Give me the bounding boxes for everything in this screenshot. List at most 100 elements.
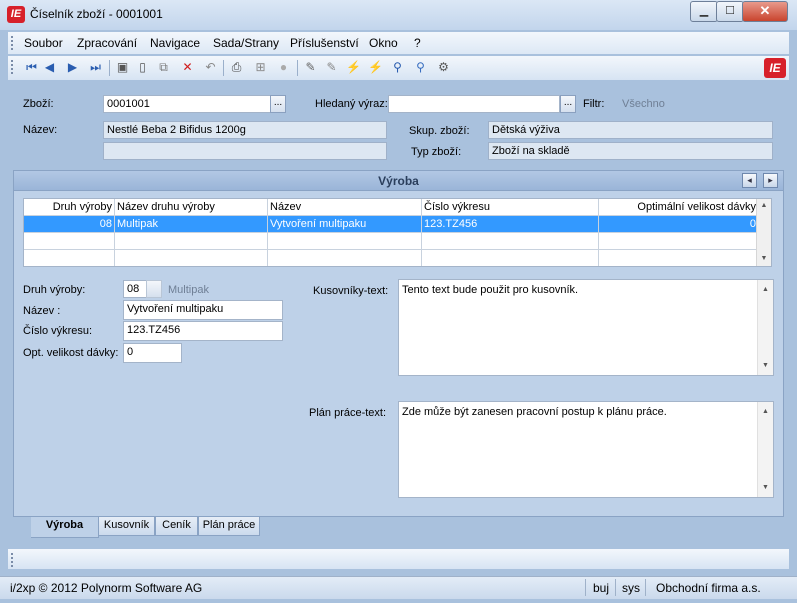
- edit-icon[interactable]: ✎: [303, 60, 318, 75]
- find-icon[interactable]: ⚲: [390, 60, 405, 75]
- table-row[interactable]: [24, 250, 759, 266]
- tab-plan-prace[interactable]: Plán práce: [198, 517, 260, 536]
- cell-cislo: [422, 250, 599, 266]
- app-logo-icon: IE: [7, 6, 25, 23]
- opt-label: Opt. velikost dávky:: [23, 347, 119, 359]
- menu-soubor[interactable]: Soubor: [24, 36, 63, 50]
- menu-prislusenstvi[interactable]: Příslušenství: [290, 36, 359, 50]
- status-db: sys: [622, 581, 640, 595]
- tools-icon[interactable]: ⚙: [436, 60, 451, 75]
- nazev-label: Název:: [23, 124, 58, 136]
- druh-input[interactable]: 08: [123, 280, 147, 298]
- menu-sada-strany[interactable]: Sada/Strany: [213, 36, 279, 50]
- copy-icon[interactable]: ⧉: [156, 60, 171, 75]
- cell-nazev: Vytvoření multipaku: [268, 216, 422, 233]
- next-record-icon[interactable]: ▶: [65, 60, 80, 75]
- panel-prev-button[interactable]: ◂: [742, 173, 757, 188]
- plan-label: Plán práce-text:: [309, 407, 387, 419]
- menu-help[interactable]: ?: [414, 36, 421, 50]
- cislo-input[interactable]: 123.TZ456: [123, 321, 283, 341]
- filtr-value[interactable]: Všechno: [622, 98, 665, 110]
- cell-druh: 08: [24, 216, 115, 233]
- hledany-label: Hledaný výraz:: [315, 98, 388, 110]
- minimize-button[interactable]: ▁: [690, 1, 718, 22]
- filter-icon[interactable]: ⚡: [346, 60, 361, 75]
- col-druh[interactable]: Druh výroby: [24, 199, 115, 216]
- cell-nazev: [268, 250, 422, 266]
- skup-label: Skup. zboží:: [409, 125, 470, 137]
- undo-icon[interactable]: ↶: [203, 60, 218, 75]
- tree-icon[interactable]: ⊞: [253, 60, 268, 75]
- druh-lookup-button[interactable]: [146, 280, 162, 298]
- menu-okno[interactable]: Okno: [369, 36, 398, 50]
- cell-nazev: [268, 233, 422, 250]
- new-icon[interactable]: ▯: [135, 60, 150, 75]
- maximize-button[interactable]: ☐: [716, 1, 744, 22]
- close-button[interactable]: ✕: [742, 1, 788, 22]
- col-nazev-druhu[interactable]: Název druhu výroby: [115, 199, 268, 216]
- status-grip: [11, 553, 16, 567]
- typ-label: Typ zboží:: [411, 146, 462, 158]
- tab-cenik[interactable]: Ceník: [155, 517, 198, 536]
- col-nazev[interactable]: Název: [268, 199, 422, 216]
- scroll-down-icon[interactable]: ▼: [758, 358, 773, 373]
- zbozi-input[interactable]: 0001001: [103, 95, 271, 113]
- table-row[interactable]: 08 Multipak Vytvoření multipaku 123.TZ45…: [24, 216, 759, 233]
- cell-opt: [599, 250, 759, 266]
- first-record-icon[interactable]: ⏮: [24, 60, 39, 75]
- menu-navigace[interactable]: Navigace: [150, 36, 200, 50]
- scroll-up-icon[interactable]: ▲: [758, 404, 773, 419]
- brand-logo-icon: IE: [764, 58, 786, 78]
- cislo-label: Číslo výkresu:: [23, 325, 93, 337]
- table-row[interactable]: [24, 233, 759, 250]
- hledany-lookup-button[interactable]: ...: [560, 95, 576, 113]
- disabled-icon[interactable]: ●: [276, 60, 291, 75]
- nazev-field: Nestlé Beba 2 Bifidus 1200g: [103, 121, 387, 139]
- tab-vyroba[interactable]: Výroba: [31, 517, 99, 538]
- kusovniky-scrollbar[interactable]: ▲ ▼: [757, 280, 773, 375]
- typ-field: Zboží na skladě: [488, 142, 773, 160]
- save-icon[interactable]: ▣: [115, 60, 130, 75]
- cell-nazev-druhu: Multipak: [115, 216, 268, 233]
- hledany-input[interactable]: [388, 95, 560, 113]
- panel-header: Výroba ◂ ▸: [14, 171, 783, 191]
- grid-scrollbar[interactable]: ▲ ▼: [756, 199, 771, 266]
- clear-filter-icon[interactable]: ⚡: [368, 60, 383, 75]
- vyroba-grid[interactable]: Druh výroby Název druhu výroby Název Čís…: [23, 198, 772, 267]
- opt-input[interactable]: 0: [123, 343, 182, 363]
- scroll-down-icon[interactable]: ▼: [758, 480, 773, 495]
- cell-opt: [599, 233, 759, 250]
- panel-next-button[interactable]: ▸: [763, 173, 778, 188]
- status-divider: [645, 579, 646, 596]
- toolbar-separator: [297, 60, 298, 76]
- print-icon[interactable]: ⎙: [229, 60, 244, 75]
- tab-kusovnik[interactable]: Kusovník: [98, 517, 155, 536]
- edit-alt-icon[interactable]: ✎: [324, 60, 339, 75]
- col-opt[interactable]: Optimální velikost dávky: [599, 199, 759, 216]
- delete-icon[interactable]: ✕: [180, 60, 195, 75]
- detail-nazev-input[interactable]: Vytvoření multipaku: [123, 300, 283, 320]
- last-record-icon[interactable]: ⏭: [88, 60, 103, 75]
- cell-nazev-druhu: [115, 250, 268, 266]
- status-divider: [615, 579, 616, 596]
- scroll-up-icon[interactable]: ▲: [757, 199, 771, 213]
- plan-scrollbar[interactable]: ▲ ▼: [757, 402, 773, 497]
- plan-textarea[interactable]: Zde může být zanesen pracovní postup k p…: [398, 401, 774, 498]
- status-copyright: i/2xp © 2012 Polynorm Software AG: [10, 581, 203, 595]
- toolbar-grip: [11, 60, 16, 74]
- col-cislo[interactable]: Číslo výkresu: [422, 199, 599, 216]
- zbozi-lookup-button[interactable]: ...: [270, 95, 286, 113]
- find-next-icon[interactable]: ⚲: [413, 60, 428, 75]
- application-window: IE Číselník zboží - 0001001 ▁ ☐ ✕ Soubor…: [0, 0, 797, 603]
- cell-cislo: [422, 233, 599, 250]
- kusovniky-text: Tento text bude použit pro kusovník.: [402, 284, 579, 296]
- title-bar: IE Číselník zboží - 0001001 ▁ ☐ ✕: [0, 0, 797, 30]
- zbozi-label: Zboží:: [23, 98, 54, 110]
- menu-zpracovani[interactable]: Zpracování: [77, 36, 137, 50]
- scroll-up-icon[interactable]: ▲: [758, 282, 773, 297]
- prev-record-icon[interactable]: ◀: [42, 60, 57, 75]
- bottom-tabs: Výroba Kusovník Ceník Plán práce: [13, 517, 784, 539]
- toolbar-separator: [109, 60, 110, 76]
- scroll-down-icon[interactable]: ▼: [757, 252, 771, 266]
- kusovniky-textarea[interactable]: Tento text bude použit pro kusovník. ▲ ▼: [398, 279, 774, 376]
